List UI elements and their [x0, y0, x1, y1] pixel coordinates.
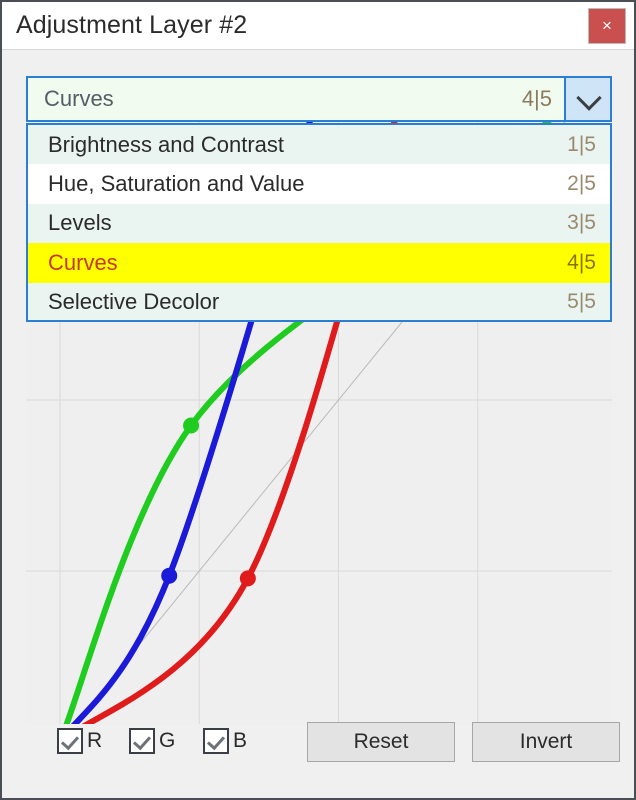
chevron-down-icon [576, 85, 602, 111]
dropdown-option-label: Curves [48, 249, 118, 275]
page-title: Adjustment Layer #2 [16, 11, 248, 39]
title-bar: Adjustment Layer #2 × [2, 2, 634, 50]
channel-checkbox-g[interactable]: G [129, 728, 175, 754]
dropdown-option-count: 4|5 [567, 250, 596, 274]
dropdown-option-count: 3|5 [567, 211, 596, 235]
combobox-toggle-button[interactable] [564, 78, 610, 120]
channel-label-g: G [159, 729, 176, 752]
channel-label-b: B [233, 729, 248, 752]
adjustment-type-combobox[interactable]: Curves 4|5 [26, 76, 612, 122]
channel-label-r: R [87, 729, 103, 752]
channel-checkbox-b[interactable]: B [203, 728, 247, 754]
curve-control-point-red[interactable] [239, 570, 256, 587]
channel-checkbox-r[interactable]: R [57, 728, 102, 754]
dropdown-option[interactable]: Levels 3|5 [28, 203, 610, 244]
curve-control-point-blue[interactable] [161, 567, 178, 584]
combobox-field[interactable]: Curves 4|5 [28, 78, 564, 120]
checkbox-icon-g[interactable] [129, 728, 155, 754]
reset-button[interactable]: Reset [307, 722, 455, 762]
close-icon[interactable]: × [588, 8, 626, 44]
curve-control-point-green[interactable] [183, 417, 200, 434]
bottom-controls: R G B Reset Invert [2, 712, 634, 798]
adjustment-layer-dialog: Adjustment Layer #2 × Curves 4|5 Brightn… [0, 0, 636, 800]
dropdown-option[interactable]: Curves 4|5 [28, 243, 610, 283]
dropdown-option[interactable]: Hue, Saturation and Value 2|5 [28, 164, 610, 204]
combobox-selected-label: Curves [44, 86, 114, 111]
adjustment-type-dropdown-list[interactable]: Brightness and Contrast 1|5 Hue, Saturatio… [26, 123, 612, 322]
dropdown-option-count: 5|5 [567, 290, 596, 314]
dropdown-option-count: 1|5 [567, 132, 596, 156]
dropdown-option-count: 2|5 [567, 172, 596, 196]
dropdown-option[interactable]: Brightness and Contrast 1|5 [28, 125, 610, 165]
dropdown-option-label: Hue, Saturation and Value [48, 171, 305, 197]
dropdown-option-label: Selective Decolor [48, 289, 220, 315]
dropdown-option-label: Brightness and Contrast [48, 131, 285, 157]
dialog-body: Curves 4|5 Brightness and Contrast 1|5 Hue… [2, 50, 634, 798]
checkbox-icon-b[interactable] [203, 728, 229, 754]
invert-button[interactable]: Invert [472, 722, 620, 762]
dropdown-option-label: Levels [48, 210, 112, 236]
checkbox-icon-r[interactable] [57, 728, 83, 754]
combobox-selected-count: 4|5 [521, 86, 552, 111]
dropdown-option[interactable]: Selective Decolor 5|5 [28, 282, 610, 320]
